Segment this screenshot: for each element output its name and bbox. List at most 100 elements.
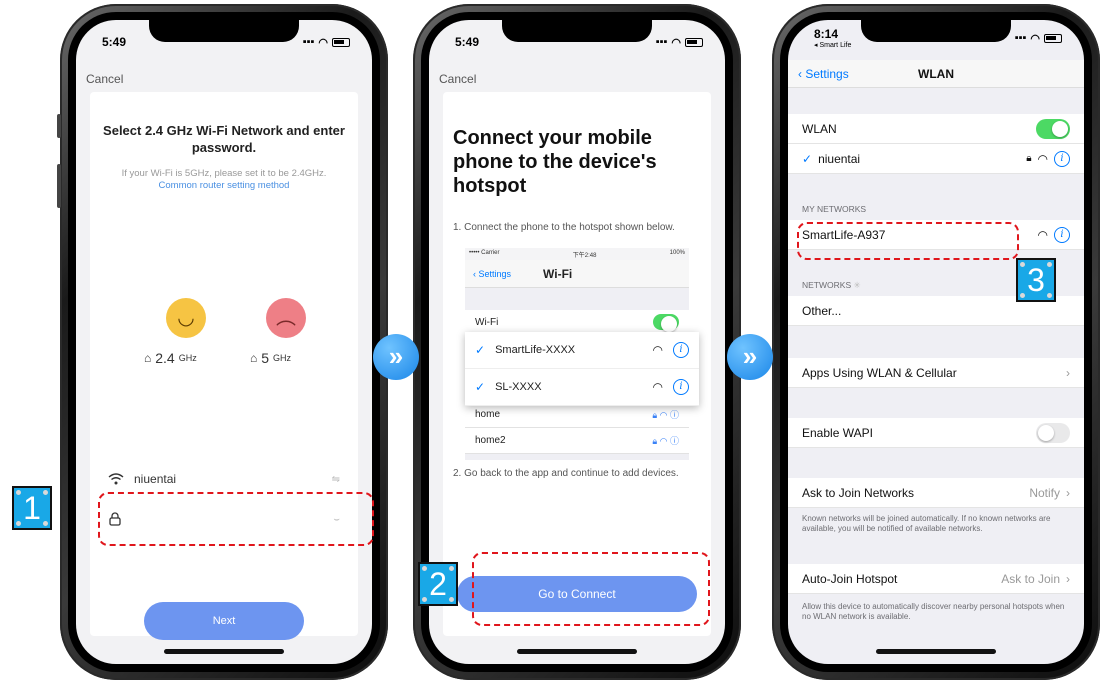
ask-footnote: Known networks will be joined automatica… bbox=[802, 514, 1051, 533]
row-right: Notify › bbox=[1029, 486, 1070, 500]
back-to-app[interactable]: ◂ Smart Life bbox=[814, 41, 851, 49]
info-icon[interactable]: i bbox=[673, 342, 689, 358]
hint-text: If your Wi-Fi is 5GHz, please set it to … bbox=[100, 168, 348, 192]
hotspot-row[interactable]: ✓ SmartLife-XXXX ◠ i bbox=[465, 332, 699, 369]
auto-label: Auto-Join Hotspot bbox=[802, 571, 898, 586]
router-setting-link[interactable]: Common router setting method bbox=[100, 180, 348, 192]
freq-unit: GHz bbox=[273, 353, 292, 363]
step-badge-3: 3 bbox=[1016, 258, 1056, 302]
notch bbox=[502, 20, 652, 42]
back-button[interactable]: ‹ Settings bbox=[798, 67, 849, 81]
status-icons: ▪▪▪ ◠ bbox=[1015, 32, 1062, 45]
next-step-arrow-icon: » bbox=[373, 334, 419, 380]
wifi-icon: ◠ bbox=[318, 36, 328, 49]
wapi-label: Enable WAPI bbox=[802, 425, 873, 440]
wifi-ssid-row[interactable]: niuentai ⇋ bbox=[108, 466, 340, 492]
apps-label: Apps Using WLAN & Cellular bbox=[802, 365, 957, 380]
ask-value: Notify bbox=[1029, 485, 1060, 500]
nav-bar: ‹ Settings WLAN bbox=[788, 60, 1084, 88]
hotspot-popup: ✓ SmartLife-XXXX ◠ i ✓ SL-XXXX ◠ i bbox=[465, 332, 699, 406]
wifi-icon: ◠ bbox=[1037, 151, 1048, 166]
row-right bbox=[1036, 118, 1070, 139]
row-right: 🔒︎ ◠ i bbox=[1026, 150, 1070, 167]
phone-1: 5:49 ▪▪▪ ◠ Cancel Select 2.4 GHz Wi-Fi N… bbox=[57, 4, 388, 680]
wifi-icon: ◠ bbox=[671, 36, 681, 49]
step-number: 3 bbox=[1027, 262, 1045, 298]
checkmark-icon: ✓ bbox=[802, 151, 813, 166]
router-icon: ⌂ bbox=[144, 351, 152, 365]
info-icon[interactable]: i bbox=[1054, 150, 1070, 167]
info-icon[interactable]: i bbox=[1054, 226, 1070, 243]
chevron-right-icon: › bbox=[1066, 485, 1070, 500]
checkmark-icon: ✓ bbox=[475, 380, 486, 394]
cancel-button[interactable]: Cancel bbox=[86, 72, 123, 86]
wlan-label: WLAN bbox=[802, 121, 837, 136]
wifi-icon: ◠ bbox=[1030, 32, 1040, 45]
sad-face-icon: ︵ bbox=[266, 298, 306, 338]
ask-join-row[interactable]: Ask to Join Networks Notify › bbox=[788, 478, 1084, 508]
preview-status-bar: ••••• Carrier 下午2:48 100% bbox=[465, 248, 689, 260]
freq-unit: GHz bbox=[178, 353, 197, 363]
step-one: 1. Connect the phone to the hotspot show… bbox=[453, 222, 675, 233]
step-number: 2 bbox=[429, 566, 447, 602]
auto-value: Ask to Join bbox=[1001, 571, 1060, 586]
switch-network-icon[interactable]: ⇋ bbox=[332, 474, 340, 485]
wapi-toggle[interactable] bbox=[1036, 422, 1070, 443]
info-icon[interactable]: i bbox=[673, 379, 689, 395]
tutorial-stage: 5:49 ▪▪▪ ◠ Cancel Select 2.4 GHz Wi-Fi N… bbox=[0, 0, 1104, 682]
battery-icon bbox=[332, 37, 350, 47]
page-title: Connect your mobile phone to the device'… bbox=[453, 127, 657, 197]
auto-join-row[interactable]: Auto-Join Hotspot Ask to Join › bbox=[788, 564, 1084, 594]
clock: 5:49 bbox=[455, 35, 480, 49]
preview-row-label: home2 bbox=[475, 435, 506, 446]
next-button[interactable]: Next bbox=[144, 602, 304, 640]
phone-3: 8:14 ◂ Smart Life ▪▪▪ ◠ ‹ Settings WLAN … bbox=[772, 4, 1100, 680]
clock-group: 8:14 ◂ Smart Life bbox=[814, 27, 851, 49]
row-icons: ◠ i bbox=[653, 379, 689, 395]
side-button bbox=[57, 114, 61, 138]
page-title: Select 2.4 GHz Wi-Fi Network and enter p… bbox=[103, 123, 345, 155]
happy-face-icon: ◡ bbox=[166, 298, 206, 338]
wifi-icon: ◠ bbox=[652, 380, 663, 394]
setup-card: Select 2.4 GHz Wi-Fi Network and enter p… bbox=[90, 92, 358, 640]
screen: 5:49 ▪▪▪ ◠ Cancel Select 2.4 GHz Wi-Fi N… bbox=[76, 20, 372, 664]
cancel-button[interactable]: Cancel bbox=[439, 72, 476, 86]
hotspot-row[interactable]: ✓ SL-XXXX ◠ i bbox=[465, 369, 699, 406]
wifi-icon: ◠ bbox=[652, 343, 663, 357]
apps-wlan-row[interactable]: Apps Using WLAN & Cellular › bbox=[788, 358, 1084, 388]
wapi-row[interactable]: Enable WAPI bbox=[788, 418, 1084, 448]
lock-icon: 🔒︎ bbox=[1026, 153, 1032, 164]
auto-footnote: Allow this device to automatically disco… bbox=[802, 602, 1065, 621]
home-indicator bbox=[164, 649, 284, 654]
step-badge-1: 1 bbox=[12, 486, 52, 530]
current-network-name: niuentai bbox=[818, 151, 861, 166]
other-label: Other... bbox=[802, 303, 842, 318]
preview-carrier: ••••• Carrier bbox=[469, 250, 500, 256]
preview-nav: ‹ Settings Wi-Fi bbox=[465, 260, 689, 288]
freq-ok-value: 2.4 bbox=[155, 350, 175, 366]
toggle-on-icon bbox=[653, 313, 679, 332]
router-icon: ⌂ bbox=[250, 351, 258, 365]
current-network-row[interactable]: ✓ niuentai 🔒︎ ◠ i bbox=[788, 144, 1084, 174]
signal-icon: ▪▪▪ bbox=[1014, 32, 1027, 44]
preview-time: 下午2:48 bbox=[572, 253, 597, 259]
ask-label: Ask to Join Networks bbox=[802, 485, 915, 500]
notch bbox=[861, 20, 1011, 42]
preview-back-label: Settings bbox=[478, 268, 512, 279]
home-indicator bbox=[517, 649, 637, 654]
wlan-toggle[interactable] bbox=[1036, 118, 1070, 139]
row-right bbox=[1036, 422, 1070, 443]
wlan-toggle-row[interactable]: WLAN bbox=[788, 114, 1084, 144]
preview-battery: 100% bbox=[669, 250, 685, 256]
preview-title: Wi-Fi bbox=[543, 266, 573, 281]
step-badge-2: 2 bbox=[418, 562, 458, 606]
preview-row: home2 🔒︎ ◠ ⓘ bbox=[465, 428, 689, 454]
hint-line: If your Wi-Fi is 5GHz, please set it to … bbox=[121, 168, 327, 179]
signal-icon: ▪▪▪ bbox=[655, 36, 668, 48]
preview-row-label: home bbox=[475, 409, 501, 420]
clock: 5:49 bbox=[102, 35, 127, 49]
screen: 8:14 ◂ Smart Life ▪▪▪ ◠ ‹ Settings WLAN … bbox=[788, 20, 1084, 664]
battery-icon bbox=[685, 37, 703, 47]
lock-wifi-info-icon: 🔒︎ ◠ ⓘ bbox=[652, 436, 679, 446]
ssid-value: niuentai bbox=[134, 472, 177, 486]
